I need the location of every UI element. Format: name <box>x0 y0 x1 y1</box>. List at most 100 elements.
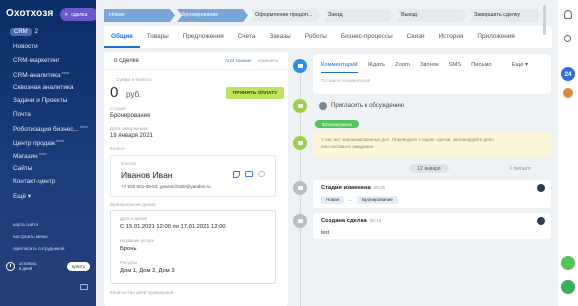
scrollbar[interactable] <box>543 5 546 35</box>
sidebar-item[interactable]: Роботизация бизнес...beta <box>13 124 93 138</box>
sidebar-item[interactable]: Магазинbeta <box>13 151 93 165</box>
stage-prepayment[interactable]: Оформление предоп... <box>250 9 321 22</box>
stage-from-pill: Новая <box>321 196 345 204</box>
invite-discussion-button[interactable]: Пригласить к обсуждению <box>313 98 551 114</box>
tab-general[interactable]: Общие <box>104 26 140 48</box>
crm-header[interactable]: CRM 2 <box>10 28 38 36</box>
invite-label: Пригласить к обсуждению <box>331 103 404 109</box>
change-link[interactable]: изменить <box>258 58 278 63</box>
tab-bizproc[interactable]: Бизнес-процессы <box>334 26 400 48</box>
dates-value: С 15.01.2021 12:00 по 17.01.2021 12:00 <box>120 224 226 230</box>
tab-wait[interactable]: Ждать <box>368 62 386 73</box>
stage-checkin[interactable]: Заезд <box>323 9 394 22</box>
search-icon[interactable] <box>564 35 571 42</box>
chat-icon[interactable] <box>258 171 265 177</box>
stage-new[interactable]: Новая <box>104 9 175 22</box>
sidebar-item[interactable]: Задачи и Проекты <box>13 97 93 111</box>
avatar[interactable] <box>537 217 545 225</box>
scheduled-badge: Запланировано <box>315 120 359 128</box>
currency-value: руб. <box>126 90 142 99</box>
booking-card: Дата и время С 15.01.2021 12:00 по 17.01… <box>110 210 276 284</box>
stage-checkout[interactable]: Выезд <box>396 9 467 22</box>
tab-links[interactable]: Связи <box>400 26 432 48</box>
resources-label: Ресурсы <box>120 260 138 265</box>
sidebar-item[interactable]: Центр продажbeta <box>13 138 93 152</box>
timeline-column: Комментарий Ждать Zoom Звонок SMS Письмо… <box>293 52 551 306</box>
crm-badge: CRM <box>10 28 32 36</box>
bell-icon[interactable] <box>564 10 572 19</box>
sidebar-item[interactable]: CRM-аналитикаbeta <box>13 70 93 84</box>
tab-quotes[interactable]: Предложения <box>176 26 231 48</box>
invite-employees-link[interactable]: пригласить сотрудников <box>13 246 64 258</box>
close-date-value: 19 января 2021 <box>110 133 153 139</box>
printer-icon[interactable] <box>80 284 88 290</box>
tab-email[interactable]: Письмо <box>471 62 492 73</box>
open-lines-icon[interactable] <box>561 256 575 270</box>
tab-apps[interactable]: Приложения <box>470 26 521 48</box>
sidebar-item[interactable]: Сквозная аналитика <box>13 84 93 98</box>
phone-icon[interactable] <box>233 171 240 178</box>
clock-icon <box>6 261 15 271</box>
tab-zoom[interactable]: Zoom <box>395 62 410 73</box>
buy-button[interactable]: купить <box>66 261 90 271</box>
stage-value: Бронирование <box>110 113 151 119</box>
event-text: test <box>321 230 330 236</box>
tab-robots[interactable]: Роботы <box>298 26 334 48</box>
comment-panel: Комментарий Ждать Zoom Звонок SMS Письмо… <box>313 54 551 94</box>
add-user-icon <box>319 102 327 110</box>
close-deal-button[interactable]: ✕ сделка <box>60 8 98 21</box>
event-time: 09:35 <box>373 185 386 190</box>
stage-change-dot-icon <box>293 181 307 195</box>
contact-label: Контакт <box>121 161 137 166</box>
mail-icon[interactable] <box>245 171 253 177</box>
sitemap-link[interactable]: карта сайта <box>13 222 64 234</box>
filter-button[interactable]: ⊽ ФИЛЬТР <box>509 166 531 172</box>
trial-line2: 6 дней <box>19 266 32 271</box>
event-title: Создана сделка <box>321 218 367 224</box>
notice-line1: У вас нет запланированных дел. Переведит… <box>321 137 494 142</box>
avatar[interactable] <box>537 184 545 192</box>
trial-card: осталось 6 дней купить <box>6 259 90 273</box>
tab-comment[interactable]: Комментарий <box>321 62 358 73</box>
sidebar-item[interactable]: Сайты <box>13 165 93 179</box>
stage-label: Стадия <box>110 106 126 111</box>
tab-orders[interactable]: Заказы <box>262 26 297 48</box>
sidebar-item[interactable]: Контакт-центр <box>13 178 93 192</box>
sidebar-nav: Новости CRM-маркетинг CRM-аналитикаbeta … <box>13 43 93 205</box>
sidebar-item[interactable]: CRM-маркетинг <box>13 57 93 71</box>
close-icon: ✕ <box>64 11 69 18</box>
accept-payment-button[interactable]: ПРИНЯТЬ ОПЛАТУ <box>226 87 284 99</box>
sidebar-item-more[interactable]: Ещё ▾ <box>13 192 93 206</box>
tab-more[interactable]: Ещё ▾ <box>512 62 528 73</box>
notice-line2: или поставьте ожидание. <box>321 144 375 149</box>
resources-value: Дом 1, Дом 2, Дом 3 <box>120 268 175 274</box>
tab-history[interactable]: История <box>432 26 471 48</box>
booking-section-label: Бронирование домов <box>110 202 156 207</box>
stage-booking[interactable]: Бронирование <box>177 9 248 22</box>
configure-menu-link[interactable]: настроить меню <box>13 234 64 246</box>
client-label: Клиент <box>110 146 126 151</box>
avatar[interactable] <box>563 88 573 98</box>
days-label: Количество дней проживания <box>110 290 174 295</box>
arrow-right-icon: → <box>347 197 353 203</box>
sidebar-item[interactable]: Почта <box>13 111 93 125</box>
tab-products[interactable]: Товары <box>140 26 176 48</box>
contact-name[interactable]: Иванов Иван <box>121 170 173 180</box>
phone-call-icon[interactable] <box>561 280 575 294</box>
tab-sms[interactable]: SMS <box>449 62 462 73</box>
no-tasks-notice: У вас нет запланированных дел. Переведит… <box>313 132 551 157</box>
stage-finish[interactable]: Завершить сделку <box>469 9 542 22</box>
notifications-counter[interactable]: 24 <box>561 67 575 81</box>
comment-input[interactable]: Оставьте комментарий <box>321 78 370 83</box>
sidebar-item[interactable]: Новости <box>13 43 93 57</box>
tab-invoices[interactable]: Счета <box>231 26 263 48</box>
dates-label: Дата и время <box>120 216 148 221</box>
amount-label: Сумма и валюта <box>116 77 152 82</box>
main-area: Новая Бронирование Оформление предоп... … <box>96 0 558 306</box>
portal-logo[interactable]: Охотхозя <box>6 8 54 19</box>
tab-call[interactable]: Звонок <box>420 62 439 73</box>
close-deal-label: сделка <box>71 11 88 18</box>
ai-scan-link[interactable]: AI24 сканинг <box>225 58 252 63</box>
event-title: Стадия изменена <box>321 185 371 191</box>
stage-bar: Новая Бронирование Оформление предоп... … <box>104 9 542 22</box>
